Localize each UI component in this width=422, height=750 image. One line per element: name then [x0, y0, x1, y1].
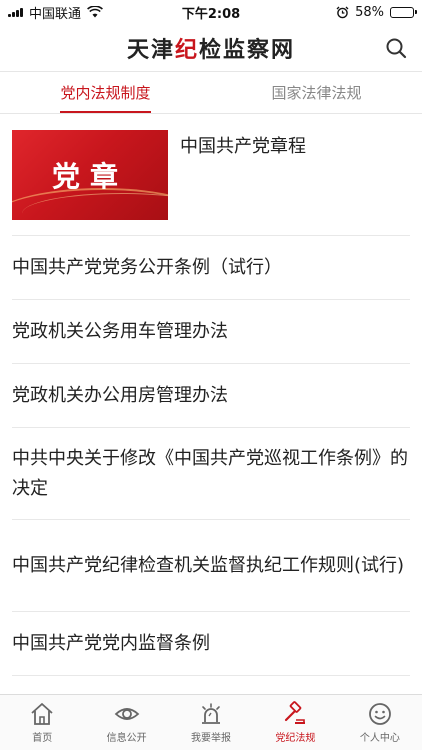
app-title: 天津纪检监察网 — [127, 32, 295, 64]
list-item[interactable]: 中国共产党纪律检查机关监督执纪工作规则(试行) — [12, 520, 410, 612]
bottom-nav: 首页 信息公开 我要举报 党纪法规 个人中心 — [0, 694, 422, 750]
list-item-title: 党政机关公务用车管理办法 — [12, 320, 228, 342]
signal-icon — [8, 7, 23, 17]
thumbnail-text: 党章 — [51, 160, 128, 193]
status-bar: 中国联通 下午2:08 58% — [0, 0, 422, 24]
smile-face-icon — [368, 703, 391, 725]
regulation-list: 党章 中国共产党章程 中国共产党党务公开条例（试行） 党政机关公务用车管理办法 … — [0, 114, 422, 676]
list-item[interactable]: 中国共产党党务公开条例（试行） — [12, 236, 410, 300]
nav-label: 首页 — [32, 733, 53, 744]
tab-bar: 党内法规制度 国家法律法规 — [0, 72, 422, 114]
app-header: 天津纪检监察网 — [0, 24, 422, 72]
list-item-title: 中国共产党党务公开条例（试行） — [12, 256, 282, 278]
alarm-icon — [202, 703, 221, 724]
carrier-label: 中国联通 — [29, 6, 82, 22]
brand-part2: 检监察网 — [199, 36, 296, 63]
status-right: 58% — [336, 4, 417, 20]
wifi-icon — [87, 6, 103, 18]
battery-icon — [390, 6, 417, 18]
brand-accent: 纪 — [174, 36, 199, 63]
list-item-title: 党政机关办公用房管理办法 — [12, 384, 228, 406]
nav-personal-center[interactable]: 个人中心 — [338, 695, 422, 750]
list-item-title: 中共中央关于修改《中国共产党巡视工作条例》的决定 — [12, 447, 408, 499]
nav-report[interactable]: 我要举报 — [169, 695, 253, 750]
list-item-featured[interactable]: 党章 中国共产党章程 — [12, 114, 410, 236]
list-item-title: 中国共产党纪律检查机关监督执纪工作规则(试行) — [12, 554, 405, 576]
list-item[interactable]: 党政机关办公用房管理办法 — [12, 364, 410, 428]
alarm-clock-icon — [336, 6, 349, 18]
search-icon[interactable] — [384, 36, 408, 60]
home-icon — [31, 703, 53, 725]
brand-part1: 天津 — [126, 36, 175, 63]
nav-label: 党纪法规 — [275, 733, 316, 744]
list-item[interactable]: 中共中央关于修改《中国共产党巡视工作条例》的决定 — [12, 428, 410, 520]
nav-label: 信息公开 — [106, 733, 147, 744]
list-item-title: 中国共产党章程 — [180, 136, 306, 157]
tab-national-laws[interactable]: 国家法律法规 — [211, 72, 422, 113]
gavel-icon — [285, 701, 306, 724]
list-item-title: 中国共产党党内监督条例 — [12, 632, 210, 654]
tab-party-regulations[interactable]: 党内法规制度 — [0, 72, 211, 113]
nav-info-public[interactable]: 信息公开 — [84, 695, 168, 750]
nav-home[interactable]: 首页 — [0, 695, 84, 750]
nav-label: 个人中心 — [359, 733, 400, 744]
status-left: 中国联通 — [8, 3, 103, 22]
list-item[interactable]: 中国共产党党内监督条例 — [12, 612, 410, 676]
list-item[interactable]: 党政机关公务用车管理办法 — [12, 300, 410, 364]
nav-party-discipline[interactable]: 党纪法规 — [253, 695, 337, 750]
battery-percent: 58% — [355, 4, 384, 20]
eye-icon — [114, 708, 139, 720]
nav-label: 我要举报 — [191, 733, 232, 744]
party-constitution-thumbnail: 党章 — [12, 130, 168, 220]
